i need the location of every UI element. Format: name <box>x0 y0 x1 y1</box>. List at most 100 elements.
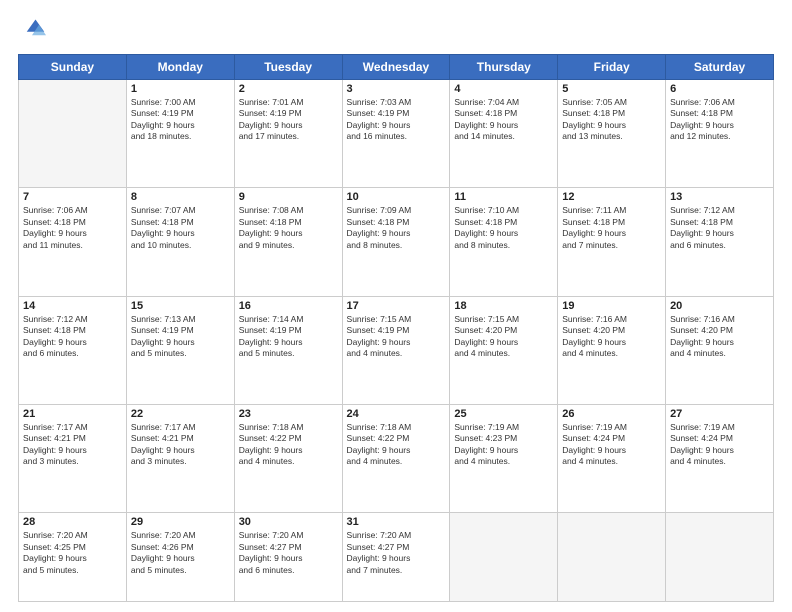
day-info: Sunrise: 7:17 AMSunset: 4:21 PMDaylight:… <box>23 422 122 468</box>
day-number: 20 <box>670 300 769 312</box>
day-cell: 20 Sunrise: 7:16 AMSunset: 4:20 PMDayligh… <box>666 296 774 404</box>
day-cell: 28 Sunrise: 7:20 AMSunset: 4:25 PMDayligh… <box>19 513 127 602</box>
day-info: Sunrise: 7:15 AMSunset: 4:20 PMDaylight:… <box>454 314 553 360</box>
day-header-monday: Monday <box>126 55 234 80</box>
day-cell: 14 Sunrise: 7:12 AMSunset: 4:18 PMDayligh… <box>19 296 127 404</box>
day-number: 28 <box>23 516 122 528</box>
day-cell: 27 Sunrise: 7:19 AMSunset: 4:24 PMDayligh… <box>666 404 774 512</box>
day-info: Sunrise: 7:10 AMSunset: 4:18 PMDaylight:… <box>454 205 553 251</box>
day-number: 22 <box>131 408 230 420</box>
day-number: 24 <box>347 408 446 420</box>
day-cell: 5Sunrise: 7:05 AMSunset: 4:18 PMDaylight… <box>558 80 666 188</box>
day-number: 13 <box>670 191 769 203</box>
day-number: 14 <box>23 300 122 312</box>
day-number: 27 <box>670 408 769 420</box>
day-info: Sunrise: 7:07 AMSunset: 4:18 PMDaylight:… <box>131 205 230 251</box>
day-info: Sunrise: 7:19 AMSunset: 4:24 PMDaylight:… <box>562 422 661 468</box>
day-cell: 31Sunrise: 7:20 AMSunset: 4:27 PMDayligh… <box>342 513 450 602</box>
week-row-3: 21 Sunrise: 7:17 AMSunset: 4:21 PMDayligh… <box>19 404 774 512</box>
day-number: 4 <box>454 83 553 95</box>
day-cell: 18 Sunrise: 7:15 AMSunset: 4:20 PMDayligh… <box>450 296 558 404</box>
day-info: Sunrise: 7:19 AMSunset: 4:24 PMDaylight:… <box>670 422 769 468</box>
day-number: 18 <box>454 300 553 312</box>
day-number: 8 <box>131 191 230 203</box>
day-header-tuesday: Tuesday <box>234 55 342 80</box>
day-number: 6 <box>670 83 769 95</box>
day-cell: 19 Sunrise: 7:16 AMSunset: 4:20 PMDayligh… <box>558 296 666 404</box>
day-number: 17 <box>347 300 446 312</box>
day-info: Sunrise: 7:16 AMSunset: 4:20 PMDaylight:… <box>670 314 769 360</box>
day-info: Sunrise: 7:01 AMSunset: 4:19 PMDaylight:… <box>239 97 338 143</box>
day-number: 9 <box>239 191 338 203</box>
day-cell: 21 Sunrise: 7:17 AMSunset: 4:21 PMDayligh… <box>19 404 127 512</box>
day-number: 23 <box>239 408 338 420</box>
day-info: Sunrise: 7:08 AMSunset: 4:18 PMDaylight:… <box>239 205 338 251</box>
day-cell: 26 Sunrise: 7:19 AMSunset: 4:24 PMDayligh… <box>558 404 666 512</box>
week-row-2: 14 Sunrise: 7:12 AMSunset: 4:18 PMDayligh… <box>19 296 774 404</box>
day-cell: 7Sunrise: 7:06 AMSunset: 4:18 PMDaylight… <box>19 188 127 296</box>
day-info: Sunrise: 7:12 AMSunset: 4:18 PMDaylight:… <box>23 314 122 360</box>
day-number: 29 <box>131 516 230 528</box>
day-cell: 10Sunrise: 7:09 AMSunset: 4:18 PMDayligh… <box>342 188 450 296</box>
day-cell <box>666 513 774 602</box>
week-row-1: 7Sunrise: 7:06 AMSunset: 4:18 PMDaylight… <box>19 188 774 296</box>
day-info: Sunrise: 7:18 AMSunset: 4:22 PMDaylight:… <box>347 422 446 468</box>
day-cell: 25Sunrise: 7:19 AMSunset: 4:23 PMDayligh… <box>450 404 558 512</box>
week-row-0: 1 Sunrise: 7:00 AMSunset: 4:19 PMDaylight… <box>19 80 774 188</box>
day-number: 1 <box>131 83 230 95</box>
day-header-sunday: Sunday <box>19 55 127 80</box>
day-number: 19 <box>562 300 661 312</box>
day-number: 15 <box>131 300 230 312</box>
day-cell: 22Sunrise: 7:17 AMSunset: 4:21 PMDayligh… <box>126 404 234 512</box>
day-number: 11 <box>454 191 553 203</box>
logo-icon <box>18 16 46 44</box>
day-info: Sunrise: 7:15 AMSunset: 4:19 PMDaylight:… <box>347 314 446 360</box>
day-cell: 11 Sunrise: 7:10 AMSunset: 4:18 PMDayligh… <box>450 188 558 296</box>
day-cell <box>558 513 666 602</box>
day-info: Sunrise: 7:00 AMSunset: 4:19 PMDaylight:… <box>131 97 230 143</box>
day-number: 16 <box>239 300 338 312</box>
day-info: Sunrise: 7:03 AMSunset: 4:19 PMDaylight:… <box>347 97 446 143</box>
day-header-wednesday: Wednesday <box>342 55 450 80</box>
day-number: 31 <box>347 516 446 528</box>
day-info: Sunrise: 7:20 AMSunset: 4:26 PMDaylight:… <box>131 530 230 576</box>
day-cell: 15Sunrise: 7:13 AMSunset: 4:19 PMDayligh… <box>126 296 234 404</box>
day-cell: 13 Sunrise: 7:12 AMSunset: 4:18 PMDayligh… <box>666 188 774 296</box>
day-cell <box>450 513 558 602</box>
calendar-table: SundayMondayTuesdayWednesdayThursdayFrid… <box>18 54 774 602</box>
day-number: 21 <box>23 408 122 420</box>
day-number: 2 <box>239 83 338 95</box>
day-info: Sunrise: 7:11 AMSunset: 4:18 PMDaylight:… <box>562 205 661 251</box>
day-number: 26 <box>562 408 661 420</box>
day-cell: 16 Sunrise: 7:14 AMSunset: 4:19 PMDayligh… <box>234 296 342 404</box>
day-cell: 2 Sunrise: 7:01 AMSunset: 4:19 PMDaylight… <box>234 80 342 188</box>
day-cell: 29 Sunrise: 7:20 AMSunset: 4:26 PMDayligh… <box>126 513 234 602</box>
day-cell: 23 Sunrise: 7:18 AMSunset: 4:22 PMDayligh… <box>234 404 342 512</box>
day-info: Sunrise: 7:04 AMSunset: 4:18 PMDaylight:… <box>454 97 553 143</box>
calendar-body: 1 Sunrise: 7:00 AMSunset: 4:19 PMDaylight… <box>19 80 774 602</box>
day-number: 5 <box>562 83 661 95</box>
day-header-friday: Friday <box>558 55 666 80</box>
calendar-header: SundayMondayTuesdayWednesdayThursdayFrid… <box>19 55 774 80</box>
day-info: Sunrise: 7:14 AMSunset: 4:19 PMDaylight:… <box>239 314 338 360</box>
day-info: Sunrise: 7:18 AMSunset: 4:22 PMDaylight:… <box>239 422 338 468</box>
day-info: Sunrise: 7:16 AMSunset: 4:20 PMDaylight:… <box>562 314 661 360</box>
week-row-4: 28 Sunrise: 7:20 AMSunset: 4:25 PMDayligh… <box>19 513 774 602</box>
day-cell: 1 Sunrise: 7:00 AMSunset: 4:19 PMDaylight… <box>126 80 234 188</box>
day-number: 12 <box>562 191 661 203</box>
day-cell: 17 Sunrise: 7:15 AMSunset: 4:19 PMDayligh… <box>342 296 450 404</box>
day-info: Sunrise: 7:12 AMSunset: 4:18 PMDaylight:… <box>670 205 769 251</box>
day-cell: 3 Sunrise: 7:03 AMSunset: 4:19 PMDaylight… <box>342 80 450 188</box>
day-header-saturday: Saturday <box>666 55 774 80</box>
day-header-thursday: Thursday <box>450 55 558 80</box>
page: SundayMondayTuesdayWednesdayThursdayFrid… <box>0 0 792 612</box>
day-info: Sunrise: 7:09 AMSunset: 4:18 PMDaylight:… <box>347 205 446 251</box>
day-number: 7 <box>23 191 122 203</box>
day-cell: 12 Sunrise: 7:11 AMSunset: 4:18 PMDayligh… <box>558 188 666 296</box>
day-number: 3 <box>347 83 446 95</box>
logo <box>18 16 50 44</box>
header <box>18 16 774 44</box>
header-row: SundayMondayTuesdayWednesdayThursdayFrid… <box>19 55 774 80</box>
day-info: Sunrise: 7:06 AMSunset: 4:18 PMDaylight:… <box>670 97 769 143</box>
day-info: Sunrise: 7:20 AMSunset: 4:25 PMDaylight:… <box>23 530 122 576</box>
